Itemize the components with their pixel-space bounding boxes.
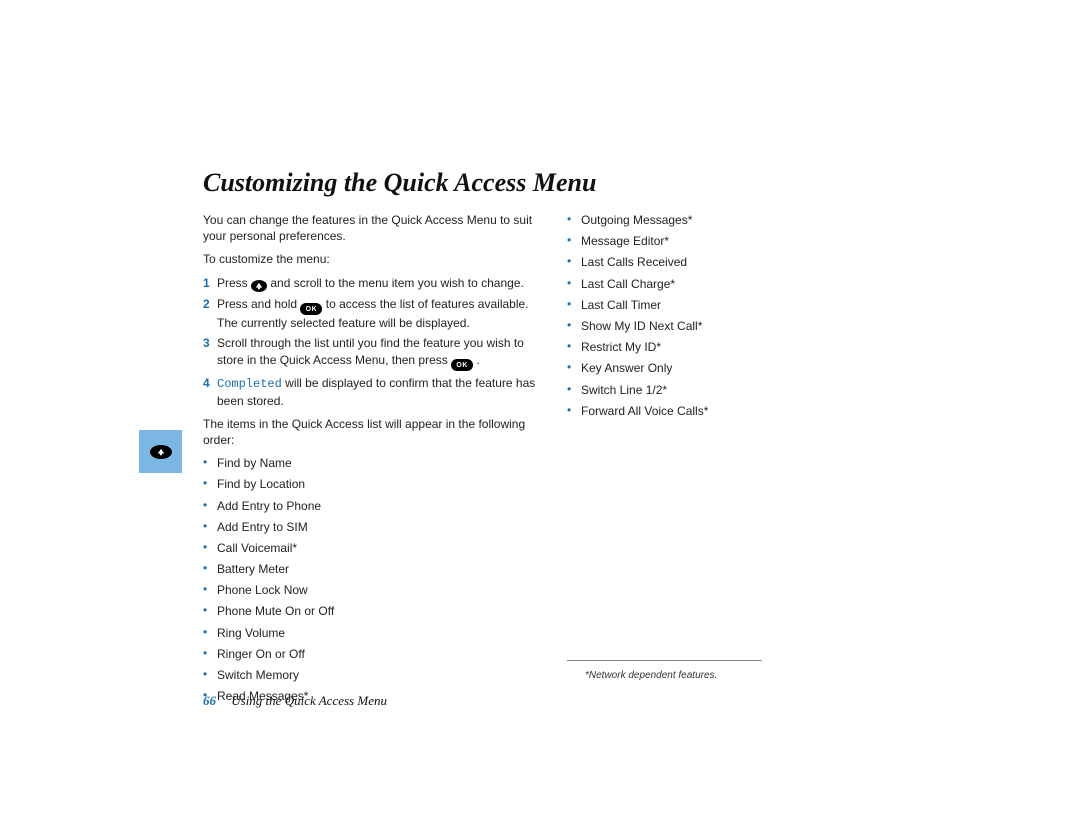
- list-item: •Battery Meter: [203, 561, 543, 577]
- list-item-label: Call Voicemail*: [217, 540, 543, 556]
- bullet-icon: •: [567, 339, 581, 355]
- manual-page: Customizing the Quick Access Menu You ca…: [0, 0, 1080, 834]
- step-number: 3: [203, 335, 217, 371]
- list-item: •Message Editor*: [567, 233, 787, 249]
- list-item-label: Find by Name: [217, 455, 543, 471]
- arrow-up-icon: [150, 445, 172, 459]
- page-number: 66: [203, 693, 216, 708]
- arrow-up-icon: [251, 280, 267, 292]
- list-item-label: Last Call Charge*: [581, 276, 787, 292]
- list-item: •Ringer On or Off: [203, 646, 543, 662]
- list-item: •Ring Volume: [203, 625, 543, 641]
- list-item-label: Switch Memory: [217, 667, 543, 683]
- bullet-icon: •: [203, 646, 217, 662]
- bullet-icon: •: [567, 276, 581, 292]
- bullet-icon: •: [567, 403, 581, 419]
- list-item-label: Show My ID Next Call*: [581, 318, 787, 334]
- list-item: •Last Calls Received: [567, 254, 787, 270]
- list-item: •Key Answer Only: [567, 360, 787, 376]
- list-item: •Call Voicemail*: [203, 540, 543, 556]
- bullet-icon: •: [567, 212, 581, 228]
- footnote-rule: [567, 660, 762, 661]
- bullet-icon: •: [567, 297, 581, 313]
- bullet-icon: •: [567, 254, 581, 270]
- completed-word: Completed: [217, 377, 282, 391]
- bullet-icon: •: [203, 667, 217, 683]
- ok-key-icon: OK: [451, 359, 473, 371]
- list-item: •Restrict My ID*: [567, 339, 787, 355]
- bullet-icon: •: [203, 498, 217, 514]
- list-item: •Phone Mute On or Off: [203, 603, 543, 619]
- list-item: •Forward All Voice Calls*: [567, 403, 787, 419]
- bullet-icon: •: [203, 540, 217, 556]
- list-item: •Switch Memory: [203, 667, 543, 683]
- intro-text-2: To customize the menu:: [203, 251, 543, 267]
- step-number: 1: [203, 275, 217, 292]
- list-item-label: Ringer On or Off: [217, 646, 543, 662]
- step-body: Scroll through the list until you find t…: [217, 335, 543, 371]
- list-item-label: Key Answer Only: [581, 360, 787, 376]
- step-2: 2 Press and hold OK to access the list o…: [203, 296, 543, 332]
- list-item: •Last Call Charge*: [567, 276, 787, 292]
- list-item-label: Ring Volume: [217, 625, 543, 641]
- list-item-label: Phone Lock Now: [217, 582, 543, 598]
- list-item: •Find by Location: [203, 476, 543, 492]
- footnote-text: *Network dependent features.: [585, 670, 717, 681]
- list-item: •Add Entry to SIM: [203, 519, 543, 535]
- list-item-label: Phone Mute On or Off: [217, 603, 543, 619]
- left-column: You can change the features in the Quick…: [203, 212, 543, 709]
- list-item-label: Last Calls Received: [581, 254, 787, 270]
- bullet-icon: •: [567, 360, 581, 376]
- page-footer: 66 Using the Quick Access Menu: [203, 693, 387, 709]
- list-item-label: Switch Line 1/2*: [581, 382, 787, 398]
- step-1: 1 Press and scroll to the menu item you …: [203, 275, 543, 292]
- list-item-label: Message Editor*: [581, 233, 787, 249]
- list-item-label: Add Entry to Phone: [217, 498, 543, 514]
- list-item-label: Last Call Timer: [581, 297, 787, 313]
- steps-list: 1 Press and scroll to the menu item you …: [203, 275, 543, 409]
- list-item-label: Forward All Voice Calls*: [581, 403, 787, 419]
- step-number: 2: [203, 296, 217, 332]
- ok-key-icon: OK: [300, 303, 322, 315]
- bullet-icon: •: [203, 625, 217, 641]
- bullet-icon: •: [203, 603, 217, 619]
- list-item-label: Find by Location: [217, 476, 543, 492]
- step-4: 4 Completed will be displayed to confirm…: [203, 375, 543, 408]
- step-number: 4: [203, 375, 217, 408]
- bullet-icon: •: [203, 561, 217, 577]
- bullet-icon: •: [203, 582, 217, 598]
- step-body: Press and hold OK to access the list of …: [217, 296, 543, 332]
- footer-section-title: Using the Quick Access Menu: [231, 693, 387, 708]
- left-feature-list: •Find by Name•Find by Location•Add Entry…: [203, 455, 543, 704]
- list-item: •Phone Lock Now: [203, 582, 543, 598]
- step-body: Completed will be displayed to confirm t…: [217, 375, 543, 408]
- list-item-label: Outgoing Messages*: [581, 212, 787, 228]
- bullet-icon: •: [203, 476, 217, 492]
- list-item: •Find by Name: [203, 455, 543, 471]
- bullet-icon: •: [567, 318, 581, 334]
- intro-text-1: You can change the features in the Quick…: [203, 212, 543, 244]
- bullet-icon: •: [567, 233, 581, 249]
- list-item: •Switch Line 1/2*: [567, 382, 787, 398]
- list-item-label: Add Entry to SIM: [217, 519, 543, 535]
- list-item-label: Restrict My ID*: [581, 339, 787, 355]
- bullet-icon: •: [203, 519, 217, 535]
- list-item-label: Battery Meter: [217, 561, 543, 577]
- step-body: Press and scroll to the menu item you wi…: [217, 275, 543, 292]
- list-item: •Last Call Timer: [567, 297, 787, 313]
- side-tab: [139, 430, 182, 473]
- list-item: •Outgoing Messages*: [567, 212, 787, 228]
- right-feature-list: •Outgoing Messages*•Message Editor*•Last…: [567, 212, 787, 419]
- bullet-icon: •: [203, 455, 217, 471]
- bullet-icon: •: [567, 382, 581, 398]
- order-intro: The items in the Quick Access list will …: [203, 416, 543, 448]
- list-item: •Show My ID Next Call*: [567, 318, 787, 334]
- page-title: Customizing the Quick Access Menu: [203, 168, 596, 198]
- right-column: •Outgoing Messages*•Message Editor*•Last…: [567, 212, 787, 424]
- step-3: 3 Scroll through the list until you find…: [203, 335, 543, 371]
- list-item: •Add Entry to Phone: [203, 498, 543, 514]
